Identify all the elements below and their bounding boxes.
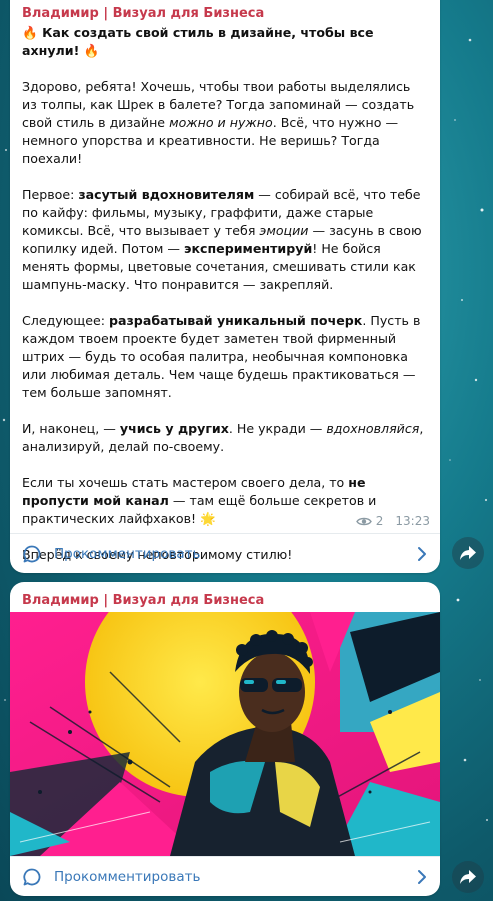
fire-icon: 🔥 — [22, 25, 38, 40]
text-bold: засутый вдохновителям — [78, 187, 255, 202]
text-span: Если ты хочешь стать мастером своего дел… — [22, 475, 349, 490]
chevron-right-icon — [418, 546, 426, 561]
comment-label: Прокомментировать — [54, 868, 201, 885]
paragraph-intro: Здорово, ребята! Хочешь, чтобы твои рабо… — [22, 78, 428, 168]
text-italic: можно и нужно — [169, 115, 273, 130]
fire-icon: 🔥 — [83, 43, 100, 58]
comment-bubble-icon — [23, 868, 41, 885]
eye-icon — [355, 517, 372, 525]
message-meta: 2 13:23 — [355, 514, 430, 528]
message-time: 13:23 — [395, 514, 430, 528]
post-title: Как создать свой стиль в дизайне, чтобы … — [22, 25, 374, 58]
post-image[interactable] — [10, 612, 440, 856]
text-bold: разрабатывай уникальный почерк — [108, 313, 363, 328]
paragraph-finally: И, наконец, — учись у других. Не укради … — [22, 420, 428, 456]
view-count: 2 — [375, 514, 384, 528]
text-bold: учись у других — [119, 421, 229, 436]
comment-button[interactable]: Прокомментировать — [10, 533, 440, 573]
paragraph-first: Первое: засутый вдохновителям — собирай … — [22, 186, 428, 294]
author-name[interactable]: Владимир | Визуал для Бизнеса — [10, 6, 276, 21]
message-card-text: Владимир | Визуал для Бизнеса 🔥 Как созд… — [10, 0, 440, 573]
text-italic: эмоции — [259, 223, 309, 238]
share-arrow-icon — [460, 546, 476, 560]
message-card-photo: Владимир | Визуал для Бизнеса Прокоммент… — [10, 582, 440, 896]
text-span: . Не укради — — [228, 421, 327, 436]
post-title-line: 🔥 Как создать свой стиль в дизайне, чтоб… — [22, 24, 428, 60]
paragraph-next: Следующее: разрабатывай уникальный почер… — [22, 312, 428, 402]
sparkle-icon: 🌟 — [196, 511, 216, 526]
illustration-pop-art-portrait — [10, 612, 440, 856]
chevron-right-icon — [418, 869, 426, 884]
text-italic: вдохновляйся — [326, 421, 420, 436]
text-span: И, наконец, — — [22, 421, 120, 436]
text-span: Следующее: — [22, 313, 109, 328]
comment-button[interactable]: Прокомментировать — [10, 856, 440, 896]
message-text: 🔥 Как создать свой стиль в дизайне, чтоб… — [22, 24, 428, 564]
comment-label: Прокомментировать — [54, 545, 201, 562]
share-arrow-icon — [460, 870, 476, 884]
share-button[interactable] — [452, 537, 484, 569]
share-button[interactable] — [452, 861, 484, 893]
comment-bubble-icon — [23, 545, 41, 562]
text-span: Первое: — [22, 187, 79, 202]
author-name[interactable]: Владимир | Визуал для Бизнеса — [10, 593, 276, 608]
text-bold: экспериментируй — [184, 241, 313, 256]
